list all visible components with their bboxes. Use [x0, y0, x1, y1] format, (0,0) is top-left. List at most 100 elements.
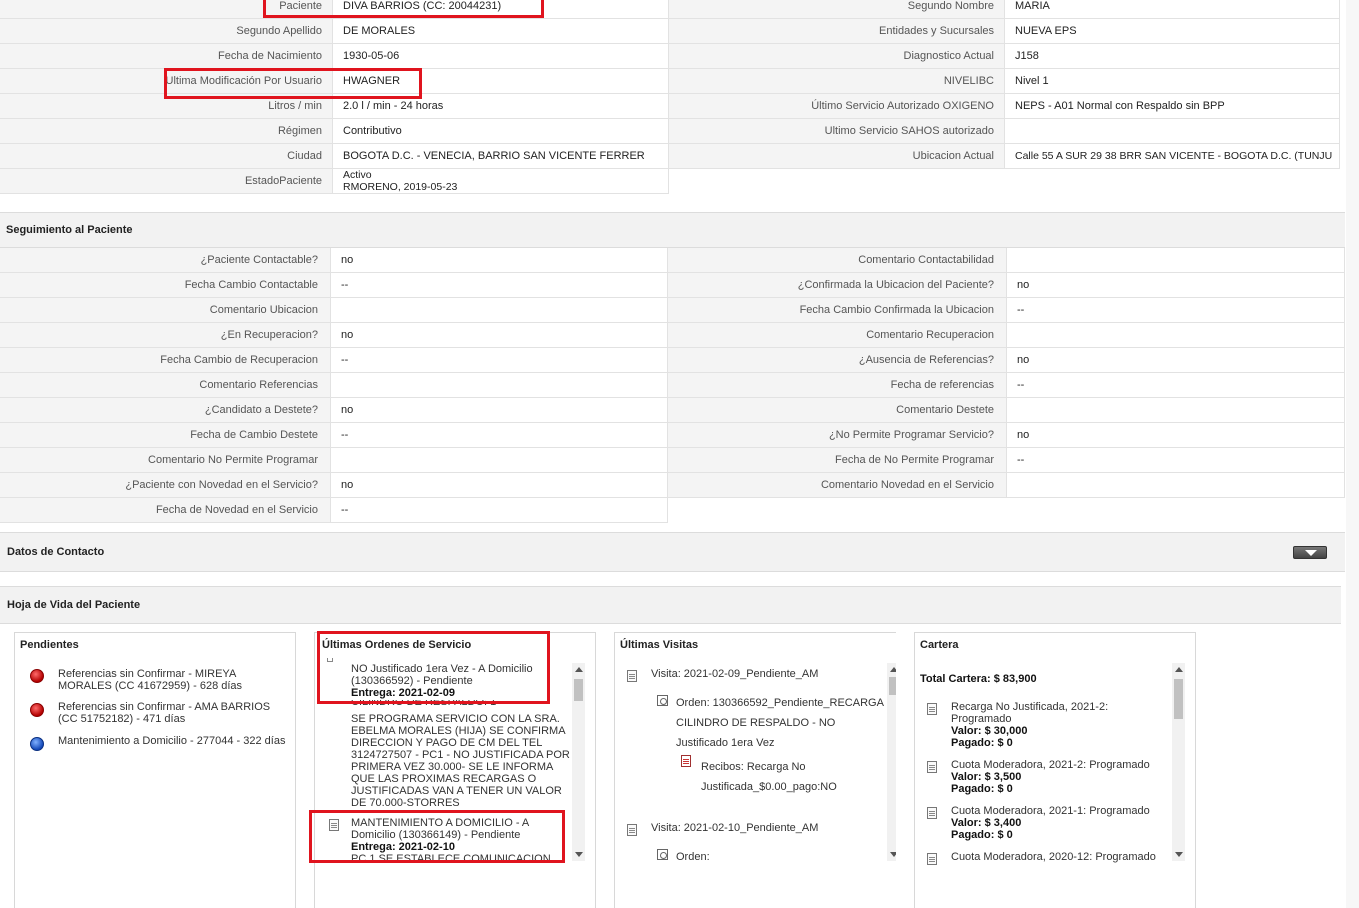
doc-icon — [329, 819, 339, 831]
ausencia-referencias-label: ¿Ausencia de Referencias? — [668, 348, 1007, 373]
nivelibc-label: NIVELIBC — [669, 69, 1005, 94]
scroll-up-icon[interactable] — [887, 663, 896, 675]
paciente-contactable-value: no — [331, 248, 668, 273]
cartera-item[interactable]: Cuota Moderadora, 2021-2: Programado — [951, 759, 1161, 771]
cartera-pagado: Pagado: $ 0 — [951, 783, 1013, 795]
doc-icon — [927, 703, 937, 715]
seguimiento-row: ¿Paciente con Novedad en el Servicio? no… — [0, 473, 1345, 498]
cartera-pagado: Pagado: $ 0 — [951, 829, 1013, 841]
segundo-apellido-value: DE MORALES — [333, 19, 669, 44]
datos-contacto-header[interactable]: Datos de Contacto — [0, 532, 1345, 572]
seguimiento-row: Comentario No Permite Programar Fecha de… — [0, 448, 1345, 473]
doc-icon — [627, 670, 637, 682]
patient-row: Ciudad BOGOTA D.C. - VENECIA, BARRIO SAN… — [0, 144, 1340, 169]
candidato-destete-label: ¿Candidato a Destete? — [0, 398, 331, 423]
cartera-item[interactable]: Cuota Moderadora, 2021-1: Programado — [951, 805, 1161, 817]
cartera-valor: Valor: $ 30,000 — [951, 725, 1028, 737]
patient-row: Ultima Modificación Por Usuario HWAGNER … — [0, 69, 1340, 94]
patient-row: EstadoPaciente Activo RMORENO, 2019-05-2… — [0, 169, 1340, 194]
comentario-recuperacion-label: Comentario Recuperacion — [668, 323, 1007, 348]
comentario-contactabilidad-label: Comentario Contactabilidad — [668, 248, 1007, 273]
ordenes-list[interactable]: NO Justificado 1era Vez - A Domicilio (1… — [315, 657, 583, 862]
visitas-scrollbar[interactable] — [887, 663, 896, 861]
expand-toggle-button[interactable] — [1293, 546, 1327, 559]
orden-descripcion: SE PROGRAMA SERVICIO CON LA SRA. EBELMA … — [351, 713, 570, 809]
seguimiento-header[interactable]: Seguimiento al Paciente — [0, 212, 1345, 248]
fecha-no-permite-label: Fecha de No Permite Programar — [668, 448, 1007, 473]
comentario-no-permite-label: Comentario No Permite Programar — [0, 448, 331, 473]
cartera-title: Cartera — [920, 639, 959, 651]
comentario-destete-value — [1007, 398, 1345, 423]
comentario-novedad-value — [1007, 473, 1345, 498]
doc-icon — [927, 853, 937, 865]
cartera-panel: Cartera Total Cartera: $ 83,900 Recarga … — [914, 632, 1196, 908]
ordenes-panel: Últimas Ordenes de Servicio NO Justifica… — [314, 632, 596, 908]
fecha-novedad-value: -- — [331, 498, 668, 523]
visita-item[interactable]: Visita: 2021-02-09_Pendiente_AM — [651, 668, 818, 680]
fecha-cambio-recuperacion-label: Fecha Cambio de Recuperacion — [0, 348, 331, 373]
seguimiento-row: ¿Paciente Contactable? no Comentario Con… — [0, 248, 1345, 273]
red-status-icon — [30, 669, 44, 683]
patient-row: Paciente DIVA BARRIOS (CC: 20044231) Seg… — [0, 0, 1340, 19]
page-scrollbar[interactable] — [1346, 0, 1359, 908]
cartera-item[interactable]: Recarga No Justificada, 2021-2: Programa… — [951, 701, 1161, 725]
scroll-thumb[interactable] — [574, 679, 583, 701]
en-recuperacion-value: no — [331, 323, 668, 348]
seguimiento-table: ¿Paciente Contactable? no Comentario Con… — [0, 248, 1345, 523]
fecha-cambio-ubicacion-value: -- — [1007, 298, 1345, 323]
pendiente-item[interactable]: Referencias sin Confirmar - AMA BARRIOS … — [58, 701, 288, 725]
fecha-cambio-contactable-label: Fecha Cambio Contactable — [0, 273, 331, 298]
pendientes-panel: Pendientes Referencias sin Confirmar - M… — [14, 632, 296, 908]
scroll-up-icon[interactable] — [1172, 663, 1185, 675]
scroll-down-icon[interactable] — [572, 849, 585, 861]
patient-row: Fecha de Nacimiento 1930-05-06 Diagnosti… — [0, 44, 1340, 69]
ultimo-servicio-oxigeno-label: Último Servicio Autorizado OXIGENO — [669, 94, 1005, 119]
ciudad-label: Ciudad — [0, 144, 333, 169]
scroll-thumb[interactable] — [1174, 679, 1183, 719]
orden-text[interactable]: NO Justificado 1era Vez - A Domicilio (1… — [351, 663, 551, 687]
scroll-down-icon[interactable] — [887, 849, 896, 861]
recibo-item[interactable]: Recibos: Recarga No — [701, 761, 806, 773]
regimen-label: Régimen — [0, 119, 333, 144]
doc-icon — [627, 824, 637, 836]
patient-info-table: Paciente DIVA BARRIOS (CC: 20044231) Seg… — [0, 0, 1340, 194]
cartera-scrollbar[interactable] — [1172, 663, 1185, 861]
pendiente-item[interactable]: Mantenimiento a Domicilio - 277044 - 322… — [58, 735, 288, 747]
patient-label: Paciente — [0, 0, 333, 19]
regimen-value: Contributivo — [333, 119, 669, 144]
scroll-thumb[interactable] — [889, 677, 896, 695]
fecha-cambio-destete-label: Fecha de Cambio Destete — [0, 423, 331, 448]
confirmada-ubicacion-value: no — [1007, 273, 1345, 298]
visitas-panel: Últimas Visitas Visita: 2021-02-09_Pendi… — [614, 632, 896, 908]
comentario-ubicacion-value — [331, 298, 668, 323]
visita-orden[interactable]: Orden: — [676, 851, 710, 863]
fecha-cambio-ubicacion-label: Fecha Cambio Confirmada la Ubicacion — [668, 298, 1007, 323]
estado-paciente-value: Activo RMORENO, 2019-05-23 — [333, 169, 669, 194]
orden-contenido: CILINDRO DE RESPALDO: 1 — [351, 700, 497, 706]
scroll-down-icon[interactable] — [1172, 849, 1185, 861]
scroll-up-icon[interactable] — [572, 663, 585, 675]
hoja-vida-title: Hoja de Vida del Paciente — [7, 599, 141, 611]
recibo-icon — [681, 755, 691, 767]
ordenes-title: Últimas Ordenes de Servicio — [322, 639, 472, 651]
cartera-item[interactable]: Cuota Moderadora, 2020-12: Programado — [951, 851, 1161, 863]
comentario-novedad-label: Comentario Novedad en el Servicio — [668, 473, 1007, 498]
seguimiento-row: Comentario Ubicacion Fecha Cambio Confir… — [0, 298, 1345, 323]
seguimiento-row: Fecha Cambio Contactable -- ¿Confirmada … — [0, 273, 1345, 298]
orden-text[interactable]: MANTENIMIENTO A DOMICILIO - A Domicilio … — [351, 817, 551, 841]
fecha-no-permite-value: -- — [1007, 448, 1345, 473]
ordenes-scrollbar[interactable] — [572, 663, 585, 861]
doc-icon — [327, 658, 333, 662]
comentario-no-permite-value — [331, 448, 668, 473]
pendiente-item[interactable]: Referencias sin Confirmar - MIREYA MORAL… — [58, 668, 288, 692]
confirmada-ubicacion-label: ¿Confirmada la Ubicacion del Paciente? — [668, 273, 1007, 298]
seguimiento-row: Fecha de Cambio Destete -- ¿No Permite P… — [0, 423, 1345, 448]
orden-icon — [657, 849, 668, 860]
hoja-vida-header[interactable]: Hoja de Vida del Paciente — [0, 586, 1341, 624]
visita-orden[interactable]: Orden: 130366592_Pendiente_RECARGA — [676, 697, 884, 709]
nivelibc-value: Nivel 1 — [1005, 69, 1340, 94]
comentario-ubicacion-label: Comentario Ubicacion — [0, 298, 331, 323]
comentario-destete-label: Comentario Destete — [668, 398, 1007, 423]
visita-item[interactable]: Visita: 2021-02-10_Pendiente_AM — [651, 822, 818, 834]
entidades-value: NUEVA EPS — [1005, 19, 1340, 44]
